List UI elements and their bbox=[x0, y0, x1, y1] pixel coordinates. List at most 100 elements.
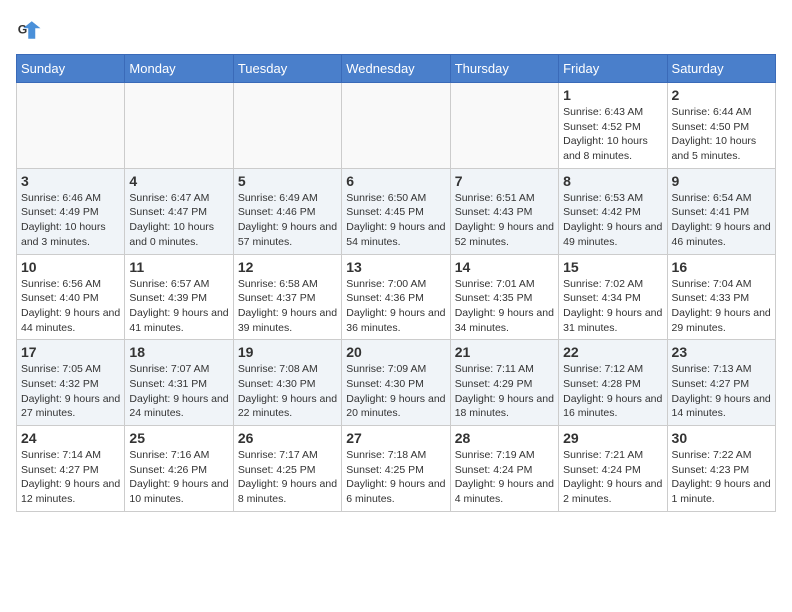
day-number: 25 bbox=[129, 430, 228, 446]
day-number: 2 bbox=[672, 87, 771, 103]
calendar-cell: 21Sunrise: 7:11 AM Sunset: 4:29 PM Dayli… bbox=[450, 340, 558, 426]
calendar-cell: 7 Sunrise: 6:51 AM Sunset: 4:43 PM Daylig… bbox=[450, 168, 558, 254]
day-number: 5 bbox=[238, 173, 337, 189]
day-number: 12 bbox=[238, 259, 337, 275]
day-number: 19 bbox=[238, 344, 337, 360]
day-number: 29 bbox=[563, 430, 662, 446]
calendar-cell: 16Sunrise: 7:04 AM Sunset: 4:33 PM Dayli… bbox=[667, 254, 775, 340]
calendar-week-2: 3 Sunrise: 6:46 AM Sunset: 4:49 PM Daylig… bbox=[17, 168, 776, 254]
day-info: Sunrise: 7:17 AM Sunset: 4:25 PM Dayligh… bbox=[238, 448, 337, 507]
calendar-cell: 6 Sunrise: 6:50 AM Sunset: 4:45 PM Daylig… bbox=[342, 168, 450, 254]
header: G bbox=[16, 16, 776, 44]
calendar-cell: 28Sunrise: 7:19 AM Sunset: 4:24 PM Dayli… bbox=[450, 426, 558, 512]
calendar-cell: 2 Sunrise: 6:44 AM Sunset: 4:50 PM Daylig… bbox=[667, 83, 775, 169]
svg-text:G: G bbox=[18, 23, 28, 37]
col-header-tuesday: Tuesday bbox=[233, 55, 341, 83]
col-header-friday: Friday bbox=[559, 55, 667, 83]
calendar-cell: 30Sunrise: 7:22 AM Sunset: 4:23 PM Dayli… bbox=[667, 426, 775, 512]
day-number: 23 bbox=[672, 344, 771, 360]
day-info: Sunrise: 6:46 AM Sunset: 4:49 PM Dayligh… bbox=[21, 191, 120, 250]
calendar-cell: 9 Sunrise: 6:54 AM Sunset: 4:41 PM Daylig… bbox=[667, 168, 775, 254]
calendar-cell: 22 Sunrise: 7:12 AM Sunset: 4:28 PM Dayli… bbox=[559, 340, 667, 426]
day-info: Sunrise: 7:09 AM Sunset: 4:30 PM Dayligh… bbox=[346, 362, 445, 421]
day-info: Sunrise: 6:58 AM Sunset: 4:37 PM Dayligh… bbox=[238, 277, 337, 336]
day-info: Sunrise: 7:22 AM Sunset: 4:23 PM Dayligh… bbox=[672, 448, 771, 507]
day-info: Sunrise: 7:05 AM Sunset: 4:32 PM Dayligh… bbox=[21, 362, 120, 421]
col-header-saturday: Saturday bbox=[667, 55, 775, 83]
day-number: 15 bbox=[563, 259, 662, 275]
calendar-cell: 13 Sunrise: 7:00 AM Sunset: 4:36 PM Dayli… bbox=[342, 254, 450, 340]
day-info: Sunrise: 7:21 AM Sunset: 4:24 PM Dayligh… bbox=[563, 448, 662, 507]
calendar-table: SundayMondayTuesdayWednesdayThursdayFrid… bbox=[16, 54, 776, 512]
calendar-cell bbox=[17, 83, 125, 169]
calendar-cell: 14 Sunrise: 7:01 AM Sunset: 4:35 PM Dayli… bbox=[450, 254, 558, 340]
day-info: Sunrise: 6:44 AM Sunset: 4:50 PM Dayligh… bbox=[672, 105, 771, 164]
calendar-cell: 20Sunrise: 7:09 AM Sunset: 4:30 PM Dayli… bbox=[342, 340, 450, 426]
day-number: 8 bbox=[563, 173, 662, 189]
day-number: 14 bbox=[455, 259, 554, 275]
day-info: Sunrise: 6:56 AM Sunset: 4:40 PM Dayligh… bbox=[21, 277, 120, 336]
calendar-cell: 10Sunrise: 6:56 AM Sunset: 4:40 PM Dayli… bbox=[17, 254, 125, 340]
calendar-cell: 5 Sunrise: 6:49 AM Sunset: 4:46 PM Daylig… bbox=[233, 168, 341, 254]
day-info: Sunrise: 6:53 AM Sunset: 4:42 PM Dayligh… bbox=[563, 191, 662, 250]
calendar-header-row: SundayMondayTuesdayWednesdayThursdayFrid… bbox=[17, 55, 776, 83]
day-number: 11 bbox=[129, 259, 228, 275]
day-info: Sunrise: 6:54 AM Sunset: 4:41 PM Dayligh… bbox=[672, 191, 771, 250]
day-info: Sunrise: 7:02 AM Sunset: 4:34 PM Dayligh… bbox=[563, 277, 662, 336]
calendar-cell: 23 Sunrise: 7:13 AM Sunset: 4:27 PM Dayli… bbox=[667, 340, 775, 426]
day-number: 18 bbox=[129, 344, 228, 360]
day-info: Sunrise: 7:14 AM Sunset: 4:27 PM Dayligh… bbox=[21, 448, 120, 507]
calendar-cell: 29 Sunrise: 7:21 AM Sunset: 4:24 PM Dayli… bbox=[559, 426, 667, 512]
calendar-cell: 4 Sunrise: 6:47 AM Sunset: 4:47 PM Daylig… bbox=[125, 168, 233, 254]
calendar-cell: 17 Sunrise: 7:05 AM Sunset: 4:32 PM Dayli… bbox=[17, 340, 125, 426]
day-number: 24 bbox=[21, 430, 120, 446]
day-info: Sunrise: 7:08 AM Sunset: 4:30 PM Dayligh… bbox=[238, 362, 337, 421]
calendar-cell bbox=[342, 83, 450, 169]
day-number: 17 bbox=[21, 344, 120, 360]
calendar-cell: 1Sunrise: 6:43 AM Sunset: 4:52 PM Daylig… bbox=[559, 83, 667, 169]
calendar-cell: 12 Sunrise: 6:58 AM Sunset: 4:37 PM Dayli… bbox=[233, 254, 341, 340]
day-number: 9 bbox=[672, 173, 771, 189]
col-header-wednesday: Wednesday bbox=[342, 55, 450, 83]
calendar-week-5: 24 Sunrise: 7:14 AM Sunset: 4:27 PM Dayli… bbox=[17, 426, 776, 512]
day-info: Sunrise: 7:12 AM Sunset: 4:28 PM Dayligh… bbox=[563, 362, 662, 421]
day-number: 1 bbox=[563, 87, 662, 103]
day-number: 4 bbox=[129, 173, 228, 189]
calendar-cell: 8 Sunrise: 6:53 AM Sunset: 4:42 PM Daylig… bbox=[559, 168, 667, 254]
day-number: 28 bbox=[455, 430, 554, 446]
calendar-body: 1Sunrise: 6:43 AM Sunset: 4:52 PM Daylig… bbox=[17, 83, 776, 512]
day-number: 26 bbox=[238, 430, 337, 446]
day-info: Sunrise: 6:51 AM Sunset: 4:43 PM Dayligh… bbox=[455, 191, 554, 250]
col-header-sunday: Sunday bbox=[17, 55, 125, 83]
day-info: Sunrise: 6:50 AM Sunset: 4:45 PM Dayligh… bbox=[346, 191, 445, 250]
day-number: 13 bbox=[346, 259, 445, 275]
day-info: Sunrise: 7:01 AM Sunset: 4:35 PM Dayligh… bbox=[455, 277, 554, 336]
day-number: 27 bbox=[346, 430, 445, 446]
calendar-cell: 26 Sunrise: 7:17 AM Sunset: 4:25 PM Dayli… bbox=[233, 426, 341, 512]
calendar-cell: 24 Sunrise: 7:14 AM Sunset: 4:27 PM Dayli… bbox=[17, 426, 125, 512]
day-info: Sunrise: 6:49 AM Sunset: 4:46 PM Dayligh… bbox=[238, 191, 337, 250]
day-info: Sunrise: 6:47 AM Sunset: 4:47 PM Dayligh… bbox=[129, 191, 228, 250]
day-number: 3 bbox=[21, 173, 120, 189]
calendar-cell: 27 Sunrise: 7:18 AM Sunset: 4:25 PM Dayli… bbox=[342, 426, 450, 512]
calendar-cell: 3 Sunrise: 6:46 AM Sunset: 4:49 PM Daylig… bbox=[17, 168, 125, 254]
day-number: 7 bbox=[455, 173, 554, 189]
calendar-cell: 25 Sunrise: 7:16 AM Sunset: 4:26 PM Dayli… bbox=[125, 426, 233, 512]
day-info: Sunrise: 7:13 AM Sunset: 4:27 PM Dayligh… bbox=[672, 362, 771, 421]
day-info: Sunrise: 7:04 AM Sunset: 4:33 PM Dayligh… bbox=[672, 277, 771, 336]
day-info: Sunrise: 6:57 AM Sunset: 4:39 PM Dayligh… bbox=[129, 277, 228, 336]
calendar-week-3: 10Sunrise: 6:56 AM Sunset: 4:40 PM Dayli… bbox=[17, 254, 776, 340]
day-info: Sunrise: 7:18 AM Sunset: 4:25 PM Dayligh… bbox=[346, 448, 445, 507]
day-info: Sunrise: 7:16 AM Sunset: 4:26 PM Dayligh… bbox=[129, 448, 228, 507]
day-number: 6 bbox=[346, 173, 445, 189]
col-header-monday: Monday bbox=[125, 55, 233, 83]
calendar-week-1: 1Sunrise: 6:43 AM Sunset: 4:52 PM Daylig… bbox=[17, 83, 776, 169]
logo: G bbox=[16, 16, 48, 44]
calendar-cell bbox=[125, 83, 233, 169]
day-info: Sunrise: 7:00 AM Sunset: 4:36 PM Dayligh… bbox=[346, 277, 445, 336]
day-info: Sunrise: 7:07 AM Sunset: 4:31 PM Dayligh… bbox=[129, 362, 228, 421]
calendar-cell: 18 Sunrise: 7:07 AM Sunset: 4:31 PM Dayli… bbox=[125, 340, 233, 426]
col-header-thursday: Thursday bbox=[450, 55, 558, 83]
calendar-cell bbox=[233, 83, 341, 169]
day-number: 22 bbox=[563, 344, 662, 360]
